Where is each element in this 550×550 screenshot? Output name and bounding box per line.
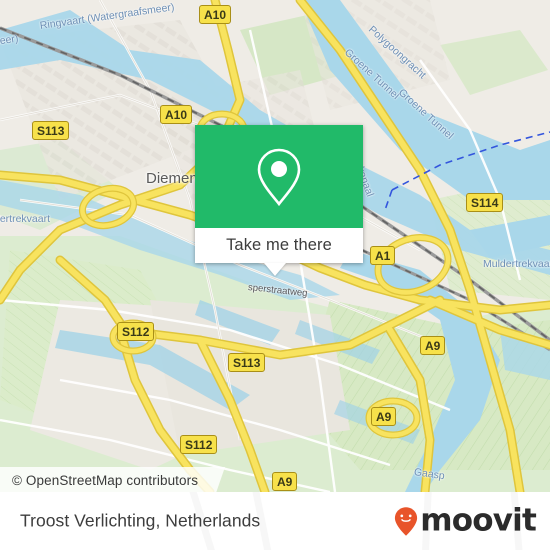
- moovit-logo[interactable]: moovit: [394, 502, 537, 539]
- footer-bar: Troost Verlichting, Netherlands moovit: [0, 492, 550, 550]
- road-shield: S113: [228, 353, 266, 372]
- road-shield: A9: [420, 336, 446, 355]
- osm-attribution-bar[interactable]: © OpenStreetMap contributors: [0, 467, 225, 492]
- road-shield: S114: [466, 193, 504, 212]
- road-shield: S112: [180, 435, 218, 454]
- road-shield: S112: [117, 322, 155, 341]
- road-shield: A1: [370, 246, 396, 265]
- map-water-label: Muldertrekvaart: [483, 258, 550, 270]
- page-title: Troost Verlichting, Netherlands: [20, 510, 261, 531]
- road-shield: A10: [199, 5, 232, 24]
- location-pin-icon: [257, 148, 301, 206]
- road-shield: A10: [160, 105, 193, 124]
- map-place-label: Diemen: [146, 170, 198, 187]
- moovit-wordmark: moovit: [420, 502, 537, 539]
- card-icon-area: [195, 125, 363, 228]
- card-pointer-tail: [264, 263, 286, 276]
- osm-attribution-text: © OpenStreetMap contributors: [12, 472, 199, 488]
- moovit-pin-smiley-icon: [395, 506, 418, 536]
- road-shield: A9: [272, 472, 298, 491]
- take-me-there-label: Take me there: [226, 236, 332, 254]
- moovit-map-screenshot: Ringvaart (Watergraafsmeer) heer) Polygoon…: [0, 0, 550, 550]
- road-shield: S113: [32, 121, 70, 140]
- take-me-there-card[interactable]: Take me there: [195, 125, 363, 263]
- road-shield: A9: [371, 407, 397, 426]
- take-me-there-button[interactable]: Take me there: [195, 228, 363, 263]
- map-canvas[interactable]: Ringvaart (Watergraafsmeer) heer) Polygoon…: [0, 0, 550, 492]
- map-water-label: dertrekvaart: [0, 213, 51, 225]
